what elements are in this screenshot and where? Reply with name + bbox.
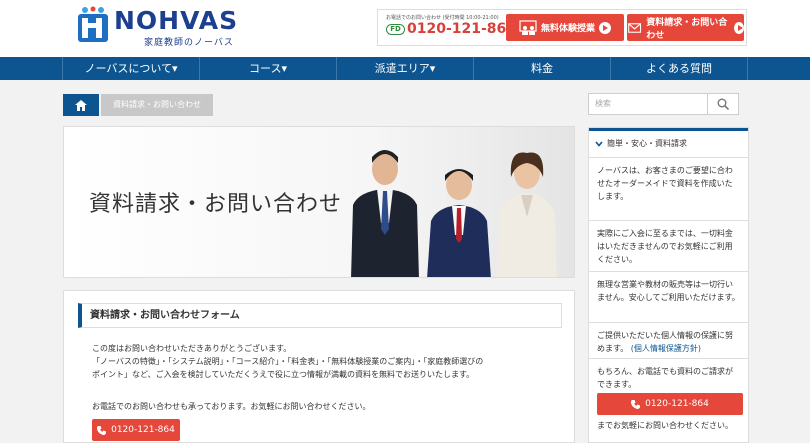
site-logo[interactable]: NOHVAS 家庭教師のノーバス bbox=[76, 4, 266, 50]
form-phone-button[interactable]: 0120-121-864 bbox=[92, 419, 180, 441]
sidebar-phone-section: もちろん、お電話でも資料のご請求ができます。 0120-121-864 までお気… bbox=[589, 359, 748, 438]
sidebar-privacy-section: ご提供いただいた個人情報の保護に努めます。 (個人情報保護方針) bbox=[589, 323, 748, 359]
sidebar-phone-intro: もちろん、お電話でも資料のご請求ができます。 bbox=[597, 367, 733, 389]
breadcrumb-current: 資料請求・お問い合わせ bbox=[101, 94, 213, 116]
sidebar-phone-label: 0120-121-864 bbox=[645, 398, 709, 409]
sidebar-section: 実際にご入会に至るまでは、一切料金はいただきませんのでお気軽にご利用ください。 bbox=[589, 221, 748, 272]
hero-banner: 資料請求・お問い合わせ bbox=[63, 126, 575, 278]
form-heading: 資料請求・お問い合わせフォーム bbox=[78, 303, 562, 328]
search-button[interactable] bbox=[708, 93, 739, 115]
nav-item-price[interactable]: 料金 bbox=[473, 57, 610, 80]
logo-mark-icon bbox=[78, 6, 108, 42]
phone-icon bbox=[97, 425, 107, 435]
logo-subtitle: 家庭教師のノーバス bbox=[144, 38, 234, 48]
sidebar-heading-text: 簡単・安心・資料請求 bbox=[607, 139, 687, 148]
search-icon bbox=[717, 98, 729, 110]
search-box: 検索 bbox=[588, 93, 739, 115]
nav-item-course[interactable]: コース▾ bbox=[199, 57, 336, 80]
sidebar-heading: 簡単・安心・資料請求 bbox=[589, 128, 748, 158]
phone-number-text: 0120-121-864 bbox=[407, 21, 517, 37]
nav-item-about[interactable]: ノーバスについて▾ bbox=[62, 57, 199, 80]
breadcrumb: 資料請求・お問い合わせ bbox=[63, 94, 213, 116]
form-intro-line: この度はお問い合わせいただきありがとうございます。 bbox=[92, 344, 292, 353]
trial-lesson-button[interactable]: 無料体験授業 bbox=[506, 14, 624, 41]
request-info-button[interactable]: 資料請求・お問い合わせ bbox=[627, 14, 744, 41]
play-arrow-icon bbox=[733, 21, 744, 34]
free-dial-icon: FD bbox=[386, 23, 405, 35]
chevron-down-icon bbox=[595, 141, 603, 147]
mail-icon bbox=[628, 22, 642, 33]
sidebar-phone-outro: までお気軽にお問い合わせください。 bbox=[597, 421, 733, 430]
home-icon bbox=[75, 99, 87, 111]
teacher-student-icon bbox=[519, 19, 537, 35]
request-info-label: 資料請求・お問い合わせ bbox=[646, 17, 728, 41]
form-intro-line: ポイント」など、ご入会を検討していただくうえで役に立つ情報が満載の資料を無料でお… bbox=[92, 370, 475, 379]
nav-item-faq[interactable]: よくある質問 bbox=[610, 57, 748, 80]
form-phone-label: 0120-121-864 bbox=[111, 425, 175, 435]
trial-lesson-label: 無料体験授業 bbox=[540, 24, 595, 34]
hero-title: 資料請求・お問い合わせ bbox=[89, 192, 343, 217]
contact-form-card: 資料請求・お問い合わせフォーム この度はお問い合わせいただきありがとうございます… bbox=[63, 290, 575, 443]
main-nav: ノーバスについて▾ コース▾ 派遣エリア▾ 料金 よくある質問 bbox=[0, 57, 810, 80]
breadcrumb-home[interactable] bbox=[63, 94, 99, 116]
form-phone-text: お電話でのお問い合わせも承っております。お気軽にお問い合わせください。 bbox=[92, 402, 371, 411]
hero-people-image bbox=[351, 150, 557, 277]
header-contact-box: お電話でのお問い合わせ (受付時間 10:00-21:00) FD 0120-1… bbox=[377, 9, 747, 46]
logo-text: NOHVAS bbox=[114, 6, 239, 35]
sidebar-section: 無理な営業や教材の販売等は一切行いません。安心してご利用いただけます。 bbox=[589, 272, 748, 323]
sidebar-widget: 簡単・安心・資料請求 ノーバスは、お客さまのご要望に合わせたオーダーメイドで資料… bbox=[588, 127, 749, 443]
header-phone-number[interactable]: FD 0120-121-864 bbox=[386, 21, 516, 37]
privacy-policy-link[interactable]: (個人情報保護方針) bbox=[631, 344, 701, 353]
sidebar-section: ノーバスは、お客さまのご要望に合わせたオーダーメイドで資料を作成いたします。 bbox=[589, 158, 748, 221]
form-intro-line: 「ノーバスの特徴」・「システム説明」・「コース紹介」・「料金表」・「無料体験授業… bbox=[92, 357, 484, 366]
form-intro: この度はお問い合わせいただきありがとうございます。 「ノーバスの特徴」・「システ… bbox=[92, 342, 554, 381]
nav-item-area[interactable]: 派遣エリア▾ bbox=[336, 57, 473, 80]
play-arrow-icon bbox=[599, 21, 611, 34]
phone-icon bbox=[631, 399, 641, 409]
phone-hours-text: お電話でのお問い合わせ (受付時間 10:00-21:00) bbox=[386, 15, 499, 21]
search-input[interactable]: 検索 bbox=[588, 93, 708, 115]
sidebar-phone-button[interactable]: 0120-121-864 bbox=[597, 393, 743, 415]
site-header: NOHVAS 家庭教師のノーバス お電話でのお問い合わせ (受付時間 10:00… bbox=[0, 0, 810, 57]
